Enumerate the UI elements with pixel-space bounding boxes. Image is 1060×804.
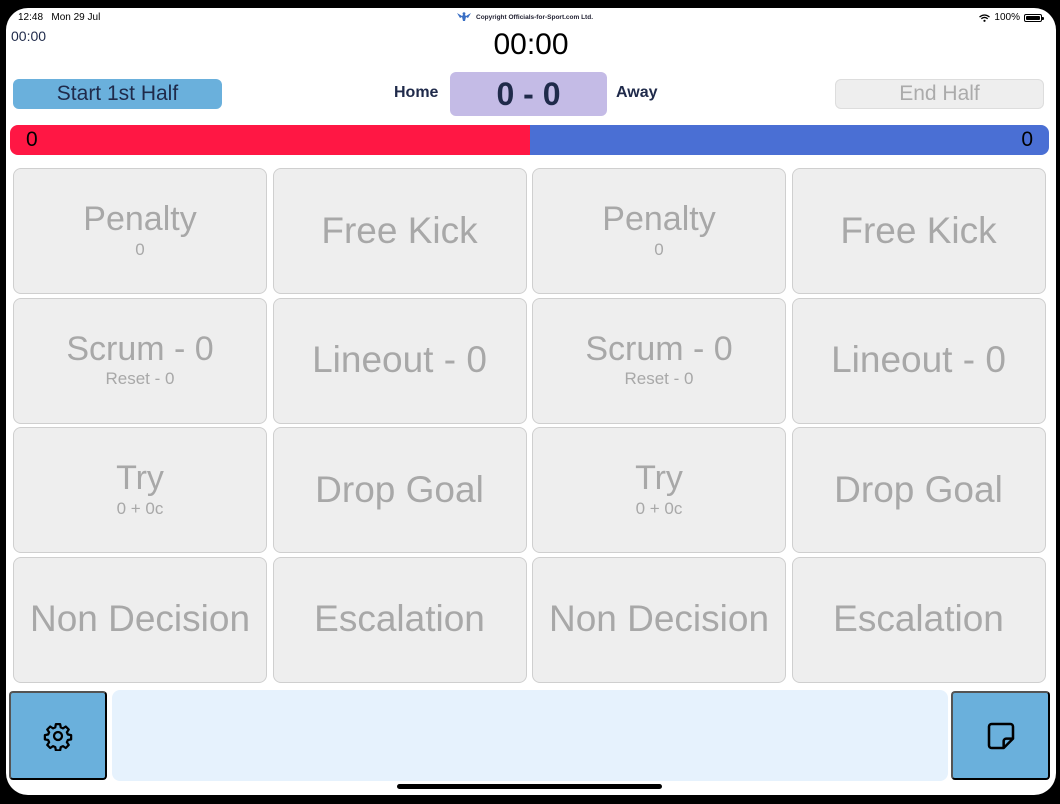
app-screen: 12:48 Mon 29 Jul Copyright Officials-for… xyxy=(6,8,1056,795)
action-tile-free-kick[interactable]: Free Kick xyxy=(272,168,527,294)
match-clock: 00:00 xyxy=(493,28,569,61)
tile-label: Penalty xyxy=(83,200,197,239)
tile-count: 0 xyxy=(654,239,664,259)
action-tile-non-decision[interactable]: Non Decision xyxy=(13,556,267,683)
tile-label: Lineout - 0 xyxy=(312,339,487,381)
home-label: Home xyxy=(394,84,439,101)
notes-input[interactable] xyxy=(112,690,948,781)
action-tile-try[interactable]: Try 0 + 0c xyxy=(532,427,786,553)
tile-count: 0 xyxy=(135,239,145,259)
status-bar-right: 100% xyxy=(979,12,1044,23)
copyright-banner: Copyright Officials-for-Sport.com Ltd. xyxy=(456,12,593,22)
battery-percent: 100% xyxy=(994,12,1020,23)
action-tile-drop-goal[interactable]: Drop Goal xyxy=(272,427,527,553)
action-tile-lineout-0[interactable]: Lineout - 0 xyxy=(272,297,527,424)
battery-icon xyxy=(1024,13,1044,22)
tile-label: Drop Goal xyxy=(315,468,484,510)
action-tile-try[interactable]: Try 0 + 0c xyxy=(13,427,267,553)
sticky-note-icon xyxy=(987,722,1014,749)
action-tile-penalty[interactable]: Penalty 0 xyxy=(532,168,786,294)
tile-count: Reset - 0 xyxy=(624,369,694,389)
tile-label: Penalty xyxy=(602,200,716,239)
start-half-button[interactable]: Start 1st Half xyxy=(13,79,222,109)
tile-label: Scrum - 0 xyxy=(585,329,733,368)
tile-label: Drop Goal xyxy=(834,468,1003,510)
officials-logo-icon xyxy=(457,12,471,21)
action-tile-scrum-0[interactable]: Scrum - 0 Reset - 0 xyxy=(532,297,786,424)
status-date: Mon 29 Jul xyxy=(51,12,101,23)
possession-home: 0 xyxy=(10,125,530,155)
wifi-icon xyxy=(979,13,991,22)
action-tile-escalation[interactable]: Escalation xyxy=(791,556,1046,683)
status-bar-time: 12:48 Mon 29 Jul xyxy=(18,12,100,23)
tile-label: Scrum - 0 xyxy=(66,329,214,368)
notes-button[interactable] xyxy=(951,691,1050,780)
action-tile-scrum-0[interactable]: Scrum - 0 Reset - 0 xyxy=(13,297,267,424)
tile-label: Lineout - 0 xyxy=(831,339,1006,381)
tile-label: Non Decision xyxy=(548,598,770,640)
away-label: Away xyxy=(616,84,658,101)
settings-button[interactable] xyxy=(9,691,107,780)
action-grid: Penalty 0 Free Kick Penalty 0 Free Kick Scrum … xyxy=(13,168,1047,683)
action-tile-penalty[interactable]: Penalty 0 xyxy=(13,168,267,294)
tile-label: Free Kick xyxy=(321,209,478,251)
action-tile-drop-goal[interactable]: Drop Goal xyxy=(791,427,1046,553)
action-tile-escalation[interactable]: Escalation xyxy=(272,556,527,683)
tile-label: Try xyxy=(635,459,683,498)
possession-away: 0 xyxy=(529,125,1049,155)
score-display: 0 - 0 xyxy=(450,72,607,116)
tile-label: Free Kick xyxy=(840,209,997,251)
tile-label: Non Decision xyxy=(29,598,251,640)
possession-away-value: 0 xyxy=(1021,128,1033,151)
possession-bar: 0 0 xyxy=(10,125,1049,155)
gear-icon xyxy=(43,722,73,751)
tile-count: Reset - 0 xyxy=(105,369,175,389)
possession-home-value: 0 xyxy=(26,128,38,151)
action-tile-free-kick[interactable]: Free Kick xyxy=(791,168,1046,294)
status-time: 12:48 xyxy=(18,12,44,23)
end-half-button[interactable]: End Half xyxy=(835,79,1044,109)
home-indicator[interactable] xyxy=(397,784,662,789)
tile-label: Escalation xyxy=(314,598,485,640)
copyright-text: Copyright Officials-for-Sport.com Ltd. xyxy=(476,13,593,21)
action-tile-non-decision[interactable]: Non Decision xyxy=(532,556,786,683)
tile-label: Escalation xyxy=(833,598,1004,640)
tile-count: 0 + 0c xyxy=(116,498,164,518)
tile-label: Try xyxy=(116,459,164,498)
action-tile-lineout-0[interactable]: Lineout - 0 xyxy=(791,297,1046,424)
tile-count: 0 + 0c xyxy=(635,498,683,518)
